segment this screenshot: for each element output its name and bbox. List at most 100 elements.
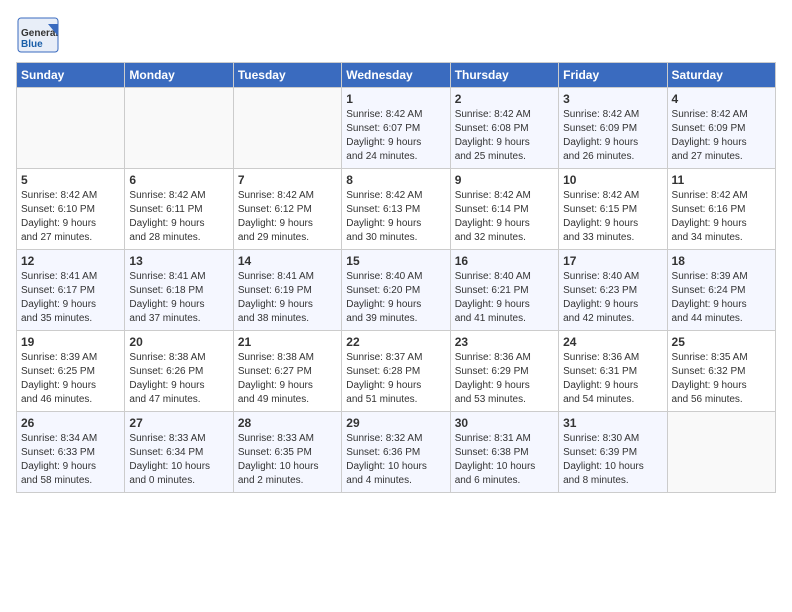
day-info: Sunrise: 8:39 AM Sunset: 6:25 PM Dayligh… xyxy=(21,351,120,407)
calendar-cell: 16Sunrise: 8:40 AM Sunset: 6:21 PM Dayli… xyxy=(450,250,558,331)
day-number: 31 xyxy=(563,416,662,430)
day-number: 4 xyxy=(672,92,771,106)
day-number: 21 xyxy=(238,335,337,349)
calendar-cell: 4Sunrise: 8:42 AM Sunset: 6:09 PM Daylig… xyxy=(667,88,775,169)
day-info: Sunrise: 8:42 AM Sunset: 6:15 PM Dayligh… xyxy=(563,189,662,245)
day-info: Sunrise: 8:39 AM Sunset: 6:24 PM Dayligh… xyxy=(672,270,771,326)
calendar-cell: 21 Sunrise: 8:38 AM Sunset: 6:27 PM Dayli… xyxy=(233,331,341,412)
day-info: Sunrise: 8:35 AM Sunset: 6:32 PM Dayligh… xyxy=(672,351,771,407)
calendar-cell: 17 Sunrise: 8:40 AM Sunset: 6:23 PM Dayli… xyxy=(559,250,667,331)
calendar-cell: 7 Sunrise: 8:42 AM Sunset: 6:12 PM Daylig… xyxy=(233,169,341,250)
day-info: Sunrise: 8:36 AM Sunset: 6:31 PM Dayligh… xyxy=(563,351,662,407)
day-number: 9 xyxy=(455,173,554,187)
calendar-cell xyxy=(17,88,125,169)
day-info: Sunrise: 8:37 AM Sunset: 6:28 PM Dayligh… xyxy=(346,351,445,407)
calendar-cell: 13 Sunrise: 8:41 AM Sunset: 6:18 PM Dayli… xyxy=(125,250,233,331)
calendar-cell: 20 Sunrise: 8:38 AM Sunset: 6:26 PM Dayli… xyxy=(125,331,233,412)
day-info: Sunrise: 8:42 AM Sunset: 6:14 PM Dayligh… xyxy=(455,189,554,245)
calendar-cell: 12 Sunrise: 8:41 AM Sunset: 6:17 PM Dayli… xyxy=(17,250,125,331)
weekday-header-saturday: Saturday xyxy=(667,63,775,88)
calendar-cell: 6 Sunrise: 8:42 AM Sunset: 6:11 PM Daylig… xyxy=(125,169,233,250)
day-number: 7 xyxy=(238,173,337,187)
day-number: 13 xyxy=(129,254,228,268)
calendar-cell: 5 Sunrise: 8:42 AM Sunset: 6:10 PM Daylig… xyxy=(17,169,125,250)
calendar-cell: 29Sunrise: 8:32 AM Sunset: 6:36 PM Dayli… xyxy=(342,412,450,493)
calendar-cell: 2Sunrise: 8:42 AM Sunset: 6:08 PM Daylig… xyxy=(450,88,558,169)
calendar-cell: 31 Sunrise: 8:30 AM Sunset: 6:39 PM Dayli… xyxy=(559,412,667,493)
day-number: 26 xyxy=(21,416,120,430)
day-info: Sunrise: 8:41 AM Sunset: 6:18 PM Dayligh… xyxy=(129,270,228,326)
calendar-cell: 10 Sunrise: 8:42 AM Sunset: 6:15 PM Dayli… xyxy=(559,169,667,250)
calendar-cell: 15 Sunrise: 8:40 AM Sunset: 6:20 PM Dayli… xyxy=(342,250,450,331)
day-info: Sunrise: 8:42 AM Sunset: 6:16 PM Dayligh… xyxy=(672,189,771,245)
svg-text:Blue: Blue xyxy=(21,39,43,50)
day-number: 17 xyxy=(563,254,662,268)
day-info: Sunrise: 8:40 AM Sunset: 6:23 PM Dayligh… xyxy=(563,270,662,326)
weekday-header-friday: Friday xyxy=(559,63,667,88)
day-info: Sunrise: 8:41 AM Sunset: 6:19 PM Dayligh… xyxy=(238,270,337,326)
calendar-cell: 9 Sunrise: 8:42 AM Sunset: 6:14 PM Daylig… xyxy=(450,169,558,250)
calendar-cell: 19 Sunrise: 8:39 AM Sunset: 6:25 PM Dayli… xyxy=(17,331,125,412)
day-number: 27 xyxy=(129,416,228,430)
day-info: Sunrise: 8:42 AM Sunset: 6:07 PM Dayligh… xyxy=(346,108,445,164)
day-info: Sunrise: 8:42 AM Sunset: 6:13 PM Dayligh… xyxy=(346,189,445,245)
calendar-table: SundayMondayTuesdayWednesdayThursdayFrid… xyxy=(16,62,776,493)
day-info: Sunrise: 8:41 AM Sunset: 6:17 PM Dayligh… xyxy=(21,270,120,326)
calendar-cell: 24 Sunrise: 8:36 AM Sunset: 6:31 PM Dayli… xyxy=(559,331,667,412)
calendar-cell: 8 Sunrise: 8:42 AM Sunset: 6:13 PM Daylig… xyxy=(342,169,450,250)
logo: General Blue xyxy=(16,16,60,54)
calendar-cell xyxy=(667,412,775,493)
calendar-cell: 23Sunrise: 8:36 AM Sunset: 6:29 PM Dayli… xyxy=(450,331,558,412)
day-info: Sunrise: 8:42 AM Sunset: 6:12 PM Dayligh… xyxy=(238,189,337,245)
day-info: Sunrise: 8:33 AM Sunset: 6:35 PM Dayligh… xyxy=(238,432,337,488)
calendar-cell: 30 Sunrise: 8:31 AM Sunset: 6:38 PM Dayli… xyxy=(450,412,558,493)
day-info: Sunrise: 8:30 AM Sunset: 6:39 PM Dayligh… xyxy=(563,432,662,488)
calendar-cell: 28 Sunrise: 8:33 AM Sunset: 6:35 PM Dayli… xyxy=(233,412,341,493)
day-number: 24 xyxy=(563,335,662,349)
weekday-header-tuesday: Tuesday xyxy=(233,63,341,88)
weekday-header-sunday: Sunday xyxy=(17,63,125,88)
day-number: 20 xyxy=(129,335,228,349)
day-info: Sunrise: 8:33 AM Sunset: 6:34 PM Dayligh… xyxy=(129,432,228,488)
calendar-cell: 18 Sunrise: 8:39 AM Sunset: 6:24 PM Dayli… xyxy=(667,250,775,331)
calendar-cell: 22 Sunrise: 8:37 AM Sunset: 6:28 PM Dayli… xyxy=(342,331,450,412)
day-number: 22 xyxy=(346,335,445,349)
calendar-cell: 25 Sunrise: 8:35 AM Sunset: 6:32 PM Dayli… xyxy=(667,331,775,412)
day-info: Sunrise: 8:34 AM Sunset: 6:33 PM Dayligh… xyxy=(21,432,120,488)
day-number: 28 xyxy=(238,416,337,430)
weekday-header-thursday: Thursday xyxy=(450,63,558,88)
day-number: 3 xyxy=(563,92,662,106)
calendar-cell: 27 Sunrise: 8:33 AM Sunset: 6:34 PM Dayli… xyxy=(125,412,233,493)
weekday-header-monday: Monday xyxy=(125,63,233,88)
calendar-cell: 1Sunrise: 8:42 AM Sunset: 6:07 PM Daylig… xyxy=(342,88,450,169)
day-info: Sunrise: 8:42 AM Sunset: 6:10 PM Dayligh… xyxy=(21,189,120,245)
day-info: Sunrise: 8:38 AM Sunset: 6:26 PM Dayligh… xyxy=(129,351,228,407)
day-number: 18 xyxy=(672,254,771,268)
day-number: 16 xyxy=(455,254,554,268)
day-number: 6 xyxy=(129,173,228,187)
calendar-cell xyxy=(233,88,341,169)
calendar-cell: 3 Sunrise: 8:42 AM Sunset: 6:09 PM Daylig… xyxy=(559,88,667,169)
day-info: Sunrise: 8:42 AM Sunset: 6:11 PM Dayligh… xyxy=(129,189,228,245)
calendar-cell: 11 Sunrise: 8:42 AM Sunset: 6:16 PM Dayli… xyxy=(667,169,775,250)
day-number: 10 xyxy=(563,173,662,187)
day-info: Sunrise: 8:40 AM Sunset: 6:20 PM Dayligh… xyxy=(346,270,445,326)
calendar-cell: 14Sunrise: 8:41 AM Sunset: 6:19 PM Dayli… xyxy=(233,250,341,331)
day-number: 12 xyxy=(21,254,120,268)
day-number: 8 xyxy=(346,173,445,187)
day-number: 15 xyxy=(346,254,445,268)
day-number: 11 xyxy=(672,173,771,187)
day-number: 25 xyxy=(672,335,771,349)
logo-icon: General Blue xyxy=(16,16,60,54)
day-info: Sunrise: 8:38 AM Sunset: 6:27 PM Dayligh… xyxy=(238,351,337,407)
day-number: 19 xyxy=(21,335,120,349)
day-number: 2 xyxy=(455,92,554,106)
day-number: 5 xyxy=(21,173,120,187)
weekday-header-wednesday: Wednesday xyxy=(342,63,450,88)
day-info: Sunrise: 8:36 AM Sunset: 6:29 PM Dayligh… xyxy=(455,351,554,407)
day-number: 30 xyxy=(455,416,554,430)
calendar-cell xyxy=(125,88,233,169)
day-info: Sunrise: 8:42 AM Sunset: 6:09 PM Dayligh… xyxy=(563,108,662,164)
day-info: Sunrise: 8:31 AM Sunset: 6:38 PM Dayligh… xyxy=(455,432,554,488)
calendar-cell: 26 Sunrise: 8:34 AM Sunset: 6:33 PM Dayli… xyxy=(17,412,125,493)
